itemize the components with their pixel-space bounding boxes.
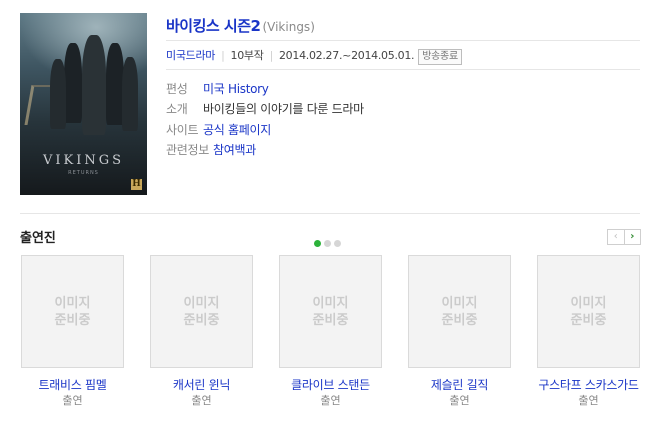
next-arrow-icon[interactable]: › (623, 230, 641, 244)
poster-subtitle-art: RETURNS (68, 170, 99, 176)
history-logo-icon: H (131, 179, 142, 190)
image-placeholder[interactable]: 이미지 준비중 (537, 255, 640, 368)
poster-figure (64, 43, 82, 123)
title-row: 바이킹스 시즌2 (Vikings) (166, 15, 315, 36)
image-placeholder[interactable]: 이미지 준비중 (279, 255, 382, 368)
drama-title-english: (Vikings) (262, 20, 315, 34)
cast-name-link[interactable]: 트래비스 핌멜 (21, 378, 124, 393)
related-encyclopedia-link[interactable]: 참여백과 (213, 143, 256, 157)
cast-name-link[interactable]: 클라이브 스탠든 (279, 378, 382, 393)
genre-link[interactable]: 미국드라마 (166, 49, 215, 62)
cast-card[interactable]: 이미지 준비중 제슬린 길직 출연 (408, 255, 511, 409)
cast-role: 출연 (578, 394, 599, 407)
cast-role: 출연 (320, 394, 341, 407)
info-row-site: 사이트 공식 홈페이지 (166, 121, 271, 138)
cast-card[interactable]: 이미지 준비중 캐서린 윈닉 출연 (150, 255, 253, 409)
carousel-dots (314, 232, 344, 251)
cast-role: 출연 (191, 394, 212, 407)
carousel-dot-active[interactable] (314, 240, 321, 247)
carousel-dot[interactable] (324, 240, 331, 247)
meta-divider (166, 69, 640, 70)
meta-row: 미국드라마 | 10부작 | 2014.02.27.~2014.05.01. 방송종료 (166, 47, 462, 65)
info-row-related: 관련정보 참여백과 (166, 141, 256, 158)
placeholder-text: 이미지 준비중 (570, 295, 607, 328)
poster-figure (122, 57, 138, 131)
info-label: 편성 (166, 82, 188, 96)
meta-separator: | (269, 49, 274, 62)
status-badge: 방송종료 (418, 49, 462, 65)
placeholder-text: 이미지 준비중 (54, 295, 91, 328)
network-link[interactable]: 미국 History (203, 82, 269, 96)
carousel-dot[interactable] (334, 240, 341, 247)
cast-section-title: 출연진 (20, 231, 56, 246)
cast-name-link[interactable]: 구스타프 스카스가드 (537, 378, 640, 393)
info-row-network: 편성 미국 History (166, 80, 269, 97)
synopsis-text: 바이킹들의 이야기를 다룬 드라마 (203, 102, 364, 116)
section-divider (20, 213, 640, 214)
episode-count: 10부작 (230, 49, 264, 62)
meta-separator: | (221, 49, 225, 62)
cast-card[interactable]: 이미지 준비중 트래비스 핌멜 출연 (21, 255, 124, 409)
carousel-pager: ‹ › (607, 229, 641, 245)
cast-name-link[interactable]: 제슬린 길직 (408, 378, 511, 393)
image-placeholder[interactable]: 이미지 준비중 (21, 255, 124, 368)
cast-card[interactable]: 이미지 준비중 클라이브 스탠든 출연 (279, 255, 382, 409)
info-label: 소개 (166, 102, 188, 116)
info-label: 관련정보 (166, 143, 209, 157)
poster-figure (50, 59, 66, 129)
placeholder-text: 이미지 준비중 (183, 295, 220, 328)
placeholder-text: 이미지 준비중 (312, 295, 349, 328)
official-site-link[interactable]: 공식 홈페이지 (203, 123, 271, 137)
cast-role: 출연 (449, 394, 470, 407)
poster-figure (82, 35, 106, 135)
cast-name-link[interactable]: 캐서린 윈닉 (150, 378, 253, 393)
drama-poster[interactable]: VIKINGS RETURNS H (20, 13, 147, 195)
placeholder-text: 이미지 준비중 (441, 295, 478, 328)
prev-arrow-icon[interactable]: ‹ (608, 230, 624, 244)
image-placeholder[interactable]: 이미지 준비중 (150, 255, 253, 368)
title-divider (166, 40, 640, 41)
info-row-synopsis: 소개 바이킹들의 이야기를 다룬 드라마 (166, 100, 364, 117)
image-placeholder[interactable]: 이미지 준비중 (408, 255, 511, 368)
cast-role: 출연 (62, 394, 83, 407)
drama-title[interactable]: 바이킹스 시즌2 (166, 17, 261, 35)
broadcast-period: 2014.02.27.~2014.05.01. (278, 49, 415, 62)
cast-card[interactable]: 이미지 준비중 구스타프 스카스가드 출연 (537, 255, 640, 409)
poster-title-art: VIKINGS (42, 153, 125, 168)
info-label: 사이트 (166, 123, 199, 137)
